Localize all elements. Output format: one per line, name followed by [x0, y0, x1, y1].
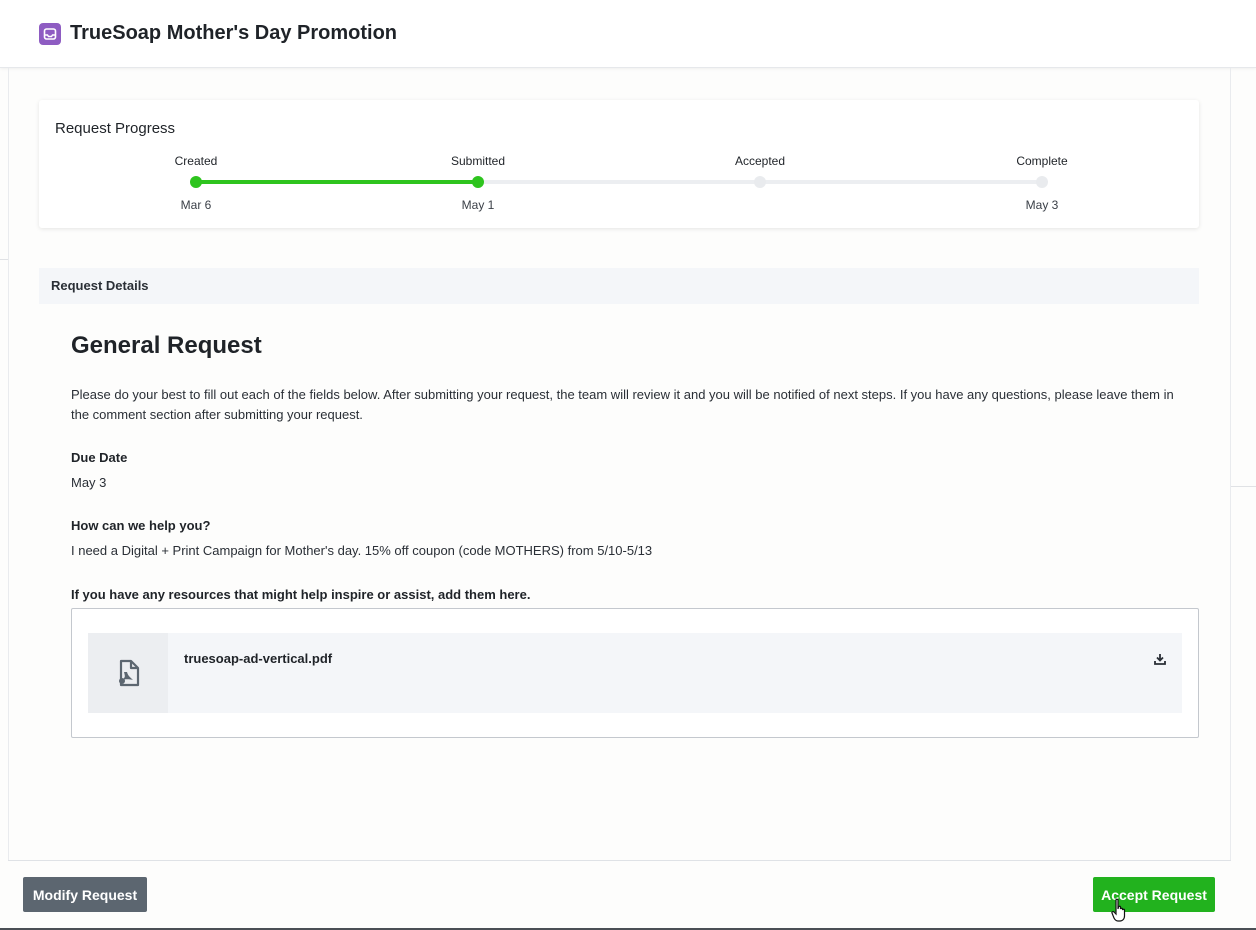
- step-date: May 1: [461, 198, 495, 212]
- form-title: General Request: [71, 332, 262, 359]
- step-dot: [190, 176, 202, 188]
- pdf-file-icon: [88, 633, 168, 713]
- step-date: Mar 6: [180, 198, 212, 212]
- inbox-icon: [39, 22, 61, 45]
- resources-attachment-box: truesoap-ad-vertical.pdf: [71, 608, 1199, 738]
- progress-step-complete: Complete May 3: [982, 154, 1102, 212]
- progress-step-submitted: Submitted May 1: [418, 154, 538, 212]
- step-date: May 3: [1025, 198, 1059, 212]
- step-dot: [754, 176, 766, 188]
- resources-label: If you have any resources that might hel…: [71, 587, 531, 602]
- progress-card-title: Request Progress: [55, 120, 176, 137]
- step-label: Submitted: [450, 154, 506, 168]
- request-details-header: Request Details: [39, 268, 1199, 304]
- step-label: Created: [174, 154, 218, 168]
- progress-step-accepted: Accepted: [700, 154, 820, 212]
- accept-request-button[interactable]: Accept Request: [1093, 877, 1215, 912]
- request-progress-card: Request Progress Created Mar 6 Submitted…: [39, 100, 1199, 228]
- download-icon[interactable]: [1152, 651, 1168, 667]
- attachment-item[interactable]: truesoap-ad-vertical.pdf: [88, 633, 1182, 713]
- divider: [0, 259, 8, 260]
- due-date-value: May 3: [71, 475, 107, 490]
- modify-request-button[interactable]: Modify Request: [23, 877, 147, 912]
- step-label: Complete: [1016, 154, 1068, 168]
- divider: [1231, 486, 1256, 487]
- step-dot: [1036, 176, 1048, 188]
- footer-divider: [8, 860, 1231, 861]
- step-dot: [472, 176, 484, 188]
- page-title: TrueSoap Mother's Day Promotion: [70, 22, 398, 44]
- due-date-label: Due Date: [71, 450, 128, 465]
- help-question-label: How can we help you?: [71, 518, 211, 533]
- help-question-value: I need a Digital + Print Campaign for Mo…: [71, 543, 653, 558]
- progress-track: [196, 180, 1042, 184]
- page-header: TrueSoap Mother's Day Promotion: [0, 0, 1256, 68]
- step-label: Accepted: [734, 154, 786, 168]
- progress-step-created: Created Mar 6: [136, 154, 256, 212]
- step-date: [700, 198, 820, 212]
- form-intro-text: Please do your best to fill out each of …: [71, 387, 1174, 422]
- attachment-file-name[interactable]: truesoap-ad-vertical.pdf: [184, 651, 332, 666]
